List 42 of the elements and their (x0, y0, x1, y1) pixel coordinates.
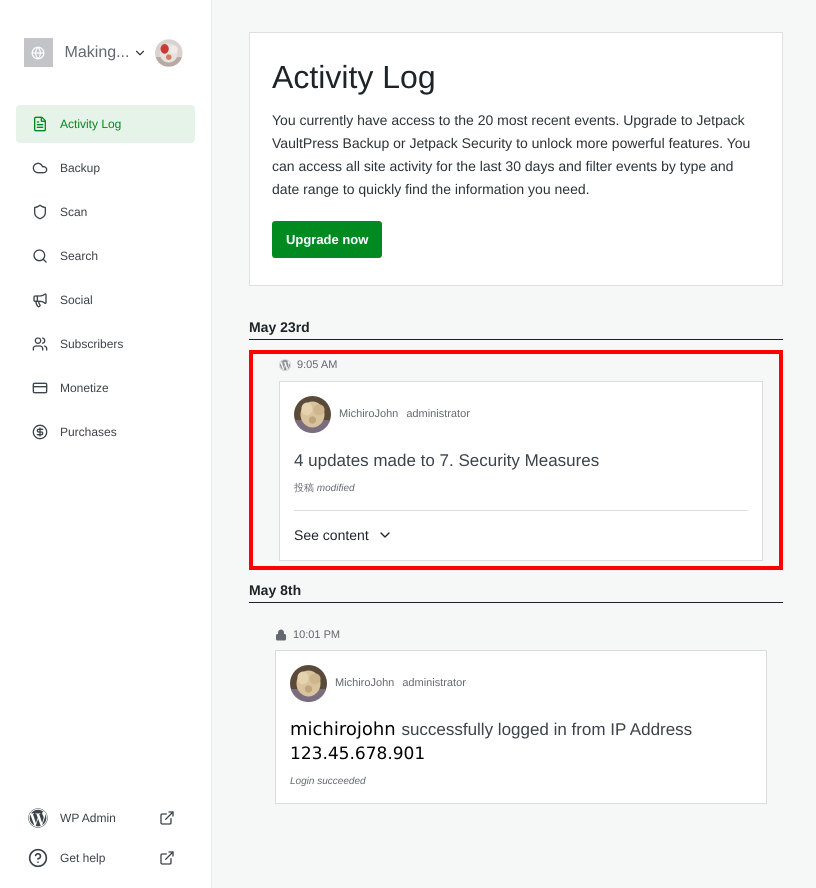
wordpress-icon (279, 359, 291, 372)
event-title: 4 updates made to 7. Security Measures (294, 450, 600, 472)
date-heading: May 8th (249, 580, 783, 602)
shield-icon (32, 204, 48, 220)
external-link-icon[interactable] (159, 850, 175, 866)
search-icon (32, 248, 48, 264)
nav-item[interactable]: Purchases (16, 413, 195, 451)
lock-icon (275, 628, 287, 641)
nav-item[interactable]: Monetize (16, 369, 195, 407)
footer-link[interactable]: WP Admin (60, 809, 116, 827)
cloud-icon (32, 160, 48, 176)
nav-item[interactable]: Social (16, 281, 195, 319)
site-icon (24, 38, 53, 67)
site-switcher[interactable]: Making... (64, 40, 148, 64)
event-subtitle: Login succeeded (290, 775, 367, 789)
user-name: MichiroJohn (339, 406, 398, 422)
log-icon (32, 116, 48, 132)
nav-item[interactable]: Scan (16, 193, 195, 231)
event-time: 10:01 PM (293, 628, 340, 642)
event-title: michirojohn successfully logged in from IP Address 123.45.678.901 (290, 718, 694, 766)
page-title: Activity Log (272, 58, 437, 97)
megaphone-icon (32, 292, 48, 308)
external-link-icon[interactable] (159, 810, 175, 826)
event-time: 9:05 AM (297, 358, 338, 373)
help-icon (28, 848, 48, 868)
nav-item[interactable]: Activity Log (16, 105, 195, 143)
footer-link[interactable]: Get help (60, 849, 106, 867)
people-icon (32, 336, 48, 352)
card-icon (32, 380, 48, 396)
user-role: administrator (406, 406, 470, 422)
upgrade-button[interactable]: Upgrade now (272, 221, 382, 258)
dollar-icon (32, 424, 48, 440)
nav-item[interactable]: Backup (16, 149, 195, 187)
user-name: MichiroJohn (335, 676, 394, 692)
wordpress-icon (28, 808, 48, 828)
event-subtitle: 投稿 modified (294, 482, 356, 496)
intro-text: You currently have access to the 20 most recent events. Upgrade to Jetpack VaultPress Backup or Jetpack Security to unlock more powerful features. You can access all site activity for the last 30 days and filter events by type and date range to quickly find the information you need. (272, 111, 752, 199)
nav-item[interactable]: Search (16, 237, 195, 275)
nav-item[interactable]: Subscribers (16, 325, 195, 363)
date-heading: May 23rd (249, 317, 783, 340)
see-content-button[interactable]: See content (294, 524, 393, 546)
user-role: administrator (402, 676, 466, 692)
